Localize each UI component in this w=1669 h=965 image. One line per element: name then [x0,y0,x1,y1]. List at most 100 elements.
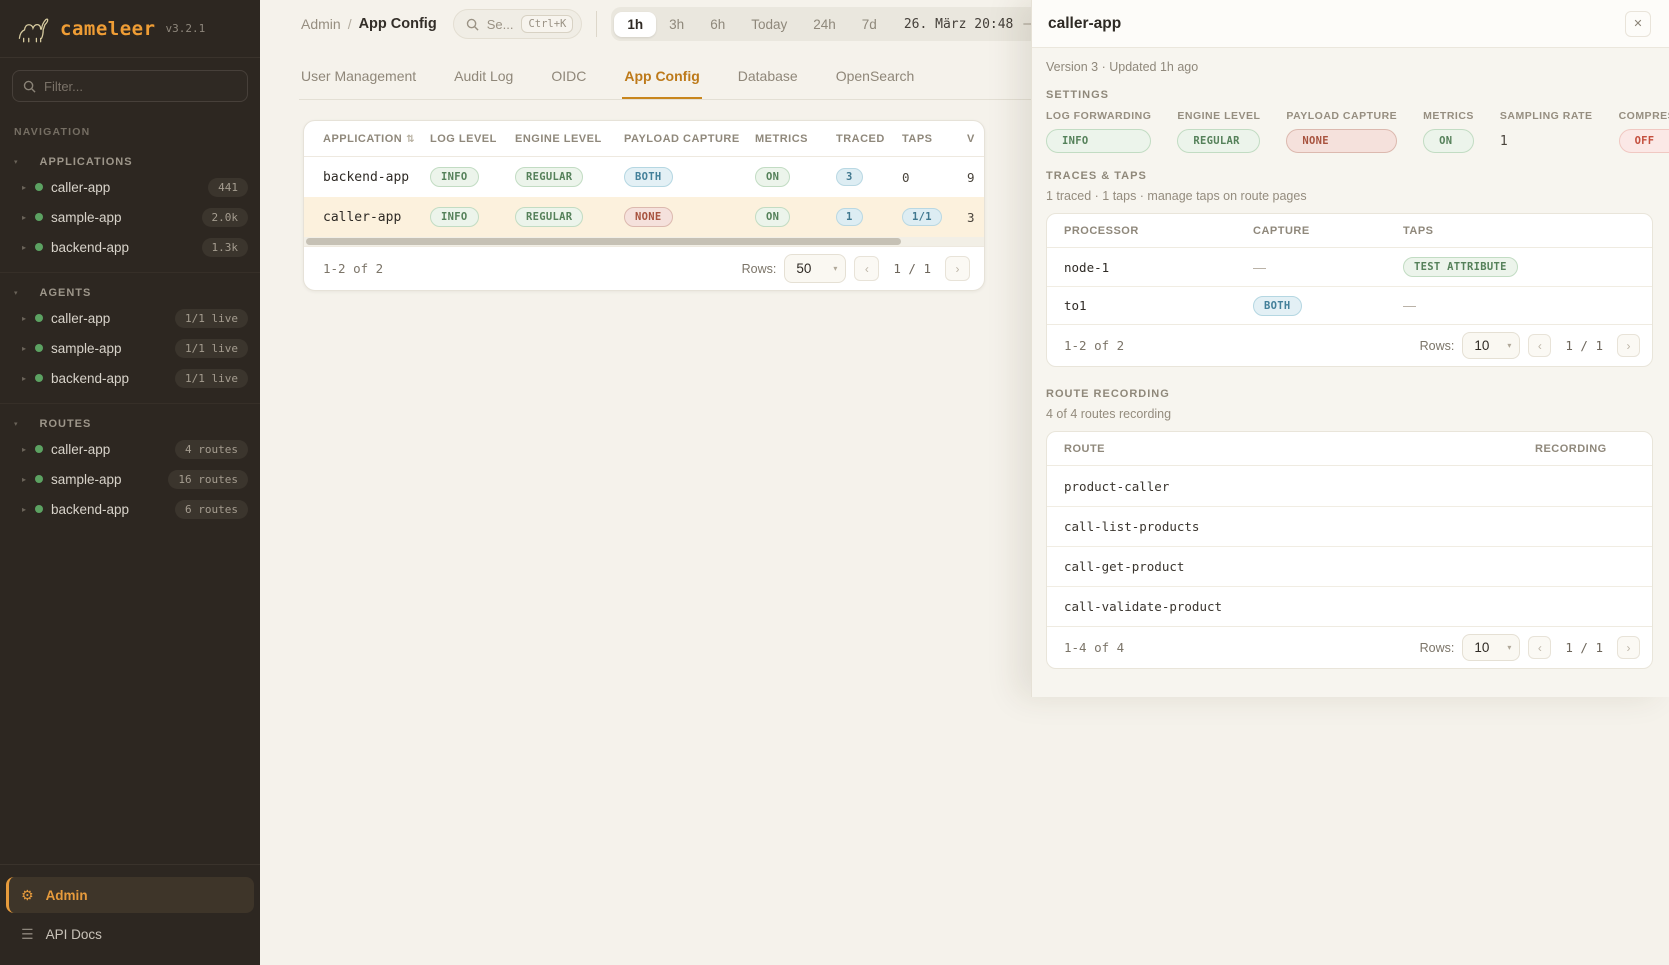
field-value-badge: ON [1423,129,1474,153]
status-dot [35,243,43,251]
status-dot [35,183,43,191]
next-page-button[interactable]: › [1617,334,1640,357]
count-badge: 1.3k [202,238,249,257]
sidebar-item-agents-caller-app[interactable]: ▸ caller-app 1/1 live [0,303,260,333]
search-icon [23,80,36,93]
group-header-routes[interactable]: ▾ ROUTES [0,410,260,434]
cell-taps: — [1403,298,1652,313]
status-dot [35,505,43,513]
sidebar-item-routes-backend-app[interactable]: ▸ backend-app 6 routes [0,494,260,524]
chevron-right-icon: ▸ [22,505,35,514]
sidebar-item-label: backend-app [51,371,129,386]
sidebar: cameleer v3.2.1 Filter... NAVIGATION ▾ A… [0,0,260,965]
time-range-3h[interactable]: 3h [656,12,697,37]
table-header-row: APPLICATION⇅ LOG LEVEL ENGINE LEVEL PAYL… [304,121,984,157]
cell-log-level: INFO [430,167,515,187]
scrollbar-thumb[interactable] [306,238,901,245]
sidebar-item-agents-sample-app[interactable]: ▸ sample-app 1/1 live [0,333,260,363]
cell-engine-level: REGULAR [515,207,624,227]
admin-label: Admin [46,888,88,903]
search-icon [466,18,479,31]
cell-version: 9 [967,170,985,185]
breadcrumb-root[interactable]: Admin [301,16,341,32]
taps-badge: 1/1 [902,208,942,226]
status-dot [35,374,43,382]
col-application[interactable]: APPLICATION⇅ [304,133,430,145]
field-label: ENGINE LEVEL [1177,110,1260,122]
table-row-backend-app[interactable]: backend-app INFO REGULAR BOTH ON 3 0 9 [304,157,984,197]
group-header-agents[interactable]: ▾ AGENTS [0,279,260,303]
header-divider [596,11,597,37]
time-range-1h[interactable]: 1h [614,12,656,37]
time-range-7d[interactable]: 7d [849,12,890,37]
sidebar-item-applications-sample-app[interactable]: ▸ sample-app 2.0k [0,202,260,232]
cell-payload-capture: BOTH [624,167,755,187]
close-icon[interactable]: ✕ [1625,11,1651,37]
cell-application: caller-app [304,210,430,225]
brand-name: cameleer [60,18,156,40]
sidebar-item-routes-sample-app[interactable]: ▸ sample-app 16 routes [0,464,260,494]
col-taps: TAPS [1403,225,1652,237]
tab-opensearch[interactable]: OpenSearch [834,64,917,99]
rows-per-page-select[interactable]: 10 ▾ [1462,332,1520,359]
tab-audit-log[interactable]: Audit Log [452,64,515,99]
sidebar-item-label: caller-app [51,442,110,457]
sidebar-item-api-docs[interactable]: ☰ API Docs [0,917,260,951]
prev-page-button[interactable]: ‹ [1528,636,1551,659]
table-row-caller-app[interactable]: caller-app INFO REGULAR NONE ON 1 1/1 3 [304,197,984,237]
next-page-button[interactable]: › [1617,636,1640,659]
log-level-badge: INFO [430,207,479,227]
rows-per-page-select[interactable]: 10 ▾ [1462,634,1520,661]
cell-log-level: INFO [430,207,515,227]
tab-app-config[interactable]: App Config [622,64,701,99]
field-value-badge: NONE [1286,129,1397,153]
cell-traced: 3 [836,168,902,186]
sidebar-item-applications-backend-app[interactable]: ▸ backend-app 1.3k [0,232,260,262]
field-label: LOG FORWARDING [1046,110,1151,122]
toggle-knob [1519,488,1533,502]
field-value-text: 1 [1500,129,1593,149]
sidebar-item-admin[interactable]: ⚙ Admin [6,877,254,913]
settings-section-label: SETTINGS [1046,89,1653,101]
tab-oidc[interactable]: OIDC [549,64,588,99]
prev-page-button[interactable]: ‹ [854,256,879,281]
recording-section-label: ROUTE RECORDING [1046,388,1653,400]
rows-per-page-label: Rows: [742,262,777,276]
rows-per-page-select[interactable]: 50 ▾ [784,254,846,283]
panel-title: caller-app [1048,15,1121,33]
trace-row-node-1[interactable]: node-1 — TEST ATTRIBUTE [1047,248,1652,286]
sidebar-item-applications-caller-app[interactable]: ▸ caller-app 441 [0,172,260,202]
horizontal-scrollbar[interactable] [304,237,984,246]
capture-badge: BOTH [1253,296,1302,316]
global-search-input[interactable]: Se... Ctrl+K [453,9,583,39]
sidebar-item-label: sample-app [51,341,122,356]
col-payload-capture: PAYLOAD CAPTURE [624,133,755,145]
next-page-button[interactable]: › [945,256,970,281]
sidebar-item-routes-caller-app[interactable]: ▸ caller-app 4 routes [0,434,260,464]
trace-row-to1[interactable]: to1 BOTH — [1047,286,1652,324]
time-range-6h[interactable]: 6h [697,12,738,37]
chevron-right-icon: ▸ [22,213,35,222]
field-log-forwarding: LOG FORWARDING INFO [1046,110,1151,153]
field-label: SAMPLING RATE [1500,110,1593,122]
version-meta: Version 3 · Updated 1h ago [1046,60,1653,74]
tab-database[interactable]: Database [736,64,800,99]
settings-fields: LOG FORWARDING INFO ENGINE LEVEL REGULAR… [1046,110,1653,153]
prev-page-button[interactable]: ‹ [1528,334,1551,357]
rows-per-page-value: 10 [1474,338,1489,353]
sidebar-filter-input[interactable]: Filter... [12,70,248,102]
payload-capture-badge: BOTH [624,167,673,187]
status-dot [35,314,43,322]
time-range-24h[interactable]: 24h [800,12,849,37]
camel-logo-icon [16,15,50,43]
date-from[interactable]: 26. März 20:48 [890,17,1020,32]
tab-user-management[interactable]: User Management [299,64,418,99]
field-label: METRICS [1423,110,1474,122]
chevron-down-icon: ▾ [1497,341,1511,350]
recording-header-row: ROUTE RECORDING [1047,432,1652,466]
time-range-today[interactable]: Today [738,12,800,37]
col-metrics: METRICS [755,133,836,145]
traces-header-row: PROCESSOR CAPTURE TAPS [1047,214,1652,248]
group-header-applications[interactable]: ▾ APPLICATIONS [0,148,260,172]
sidebar-item-agents-backend-app[interactable]: ▸ backend-app 1/1 live [0,363,260,393]
